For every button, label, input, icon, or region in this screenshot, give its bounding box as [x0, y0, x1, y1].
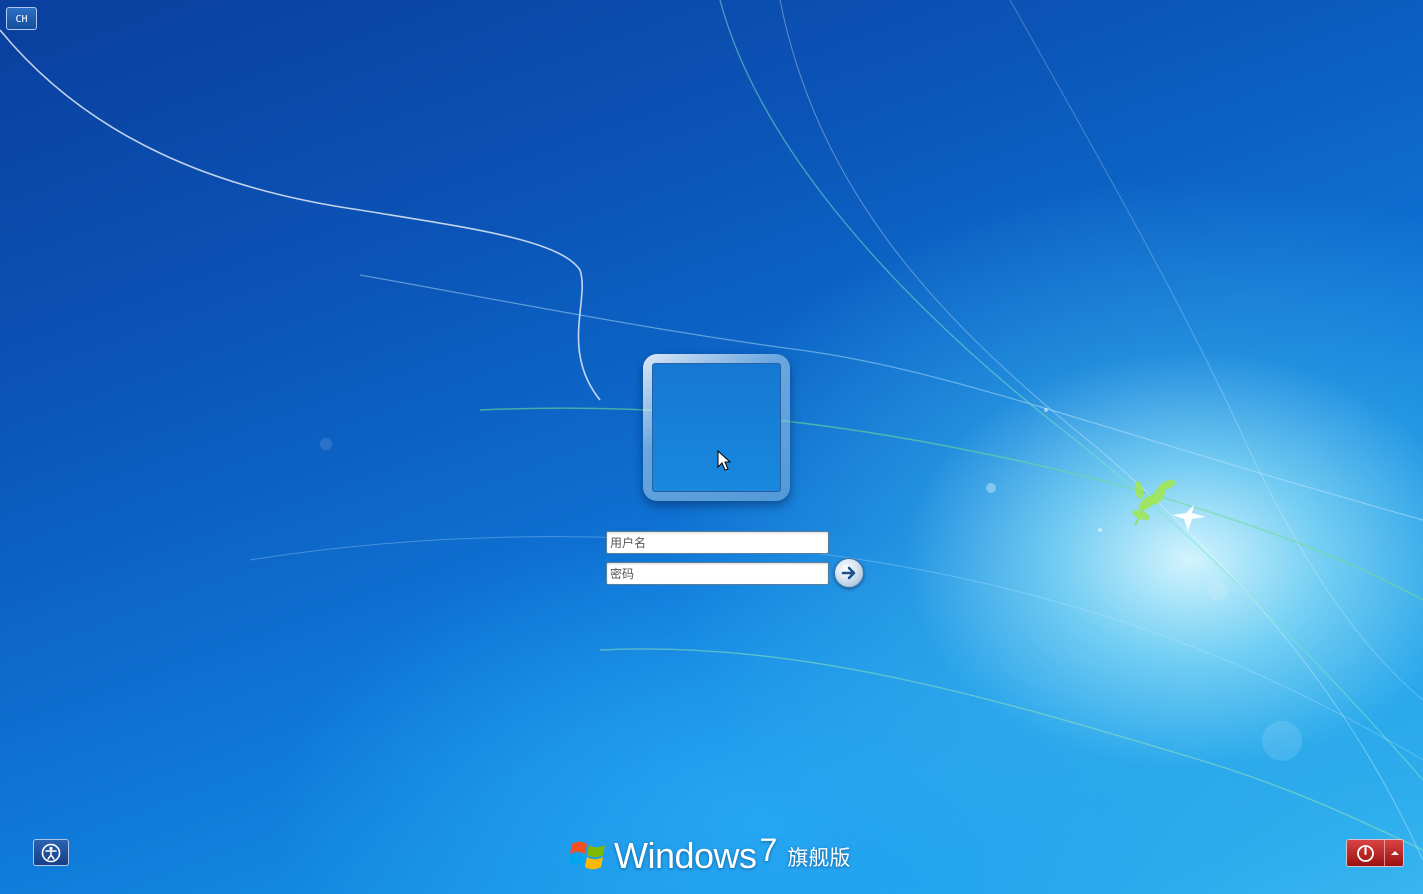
brand-edition: 旗舰版: [787, 846, 851, 870]
shutdown-button[interactable]: [1347, 840, 1385, 866]
submit-arrow-button[interactable]: [834, 558, 864, 588]
ease-of-access-button[interactable]: [33, 839, 69, 866]
windows-logo-icon: [570, 841, 605, 870]
power-icon: [1357, 845, 1374, 862]
language-button[interactable]: CH: [6, 7, 37, 30]
logon-screen: CH Windows 7 旗舰版: [0, 0, 1423, 894]
username-field[interactable]: [606, 531, 829, 554]
caret-up-icon: [1391, 851, 1399, 855]
user-tile[interactable]: [643, 354, 790, 501]
brand-name: Windows: [614, 835, 757, 876]
user-picture-frame: [652, 363, 781, 492]
language-label: CH: [15, 14, 28, 25]
mouse-cursor-icon: [717, 450, 732, 471]
shutdown-options-button[interactable]: [1385, 840, 1403, 866]
password-field[interactable]: [606, 562, 829, 585]
ease-of-access-icon: [41, 843, 61, 863]
arrow-right-icon: [841, 566, 856, 580]
shutdown-controls: [1346, 839, 1404, 867]
brand-version: 7: [759, 832, 778, 868]
windows-branding: Windows 7 旗舰版: [570, 832, 850, 876]
